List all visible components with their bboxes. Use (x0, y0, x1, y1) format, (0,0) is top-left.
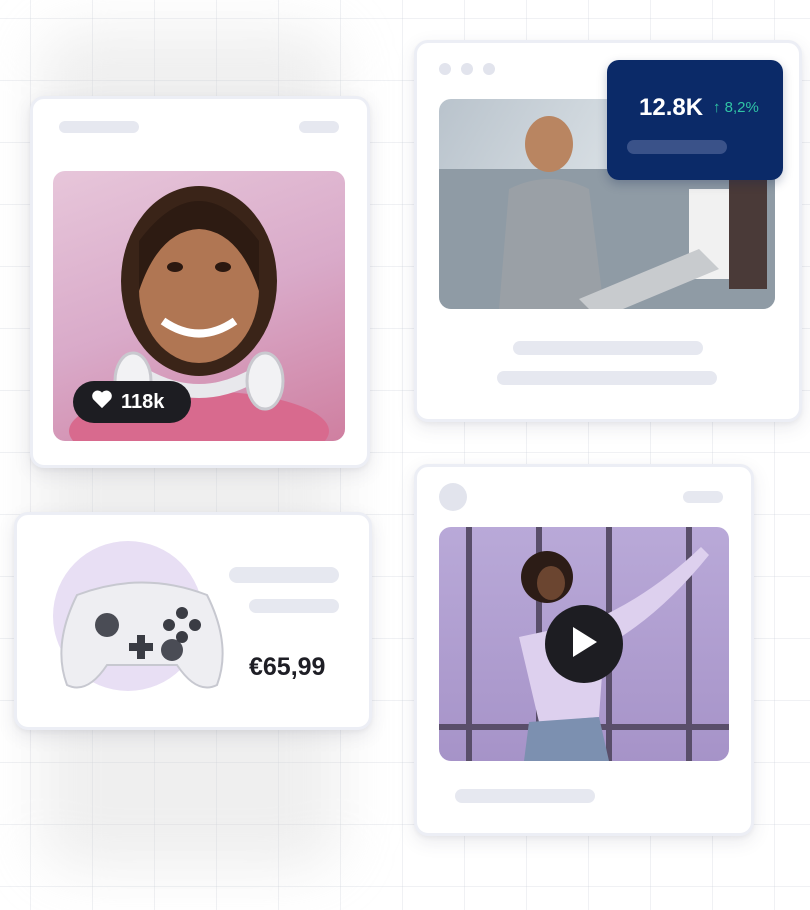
profile-card[interactable]: 118k (30, 96, 370, 468)
analytics-card[interactable]: 12.8K ↑ 8,2% (414, 40, 802, 422)
likes-count: 118k (121, 390, 165, 413)
text-placeholder-2 (497, 371, 717, 385)
stat-placeholder-bar (627, 140, 727, 154)
heart-icon (91, 389, 113, 415)
play-icon (567, 624, 601, 665)
window-dots (439, 63, 495, 75)
stat-change: ↑ 8,2% (713, 99, 759, 116)
text-placeholder-1 (513, 341, 703, 355)
stats-overlay: 12.8K ↑ 8,2% (607, 60, 783, 180)
caption-placeholder (455, 789, 595, 803)
product-card[interactable]: €65,99 (14, 512, 372, 730)
video-thumbnail (439, 527, 729, 761)
subtitle-placeholder (249, 599, 339, 613)
likes-badge[interactable]: 118k (73, 381, 191, 423)
play-button[interactable] (545, 605, 623, 683)
meta-placeholder (683, 491, 723, 503)
stat-value: 12.8K (639, 94, 704, 121)
avatar (439, 483, 467, 511)
meta-placeholder (299, 121, 339, 133)
title-placeholder (59, 121, 139, 133)
title-placeholder (229, 567, 339, 583)
gamepad-icon (47, 555, 237, 710)
video-card[interactable] (414, 464, 754, 836)
product-price: €65,99 (249, 653, 326, 681)
